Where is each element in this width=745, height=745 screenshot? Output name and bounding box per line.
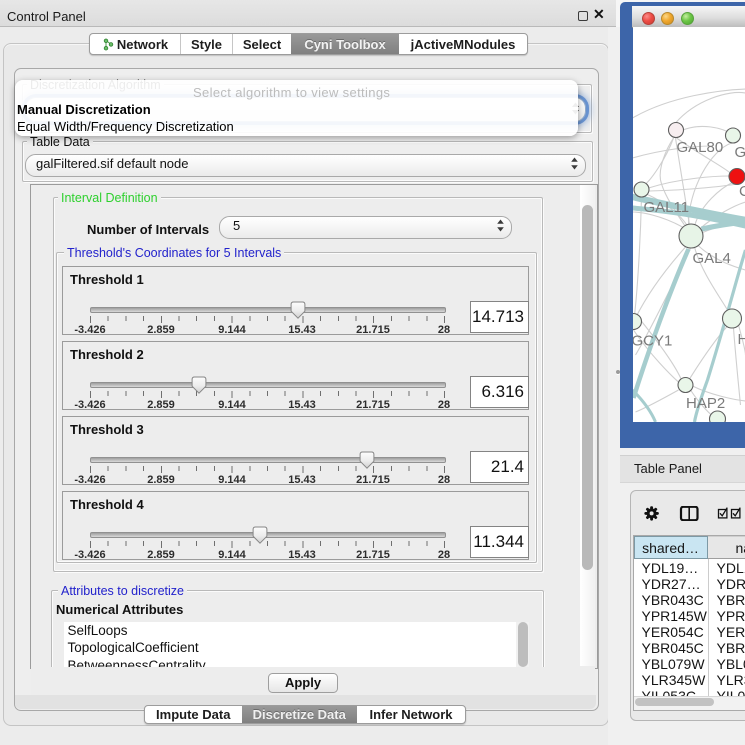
svg-text:GAL80: GAL80 xyxy=(676,139,723,156)
svg-text:H: H xyxy=(737,331,745,348)
svg-text:GAL4: GAL4 xyxy=(692,250,730,267)
svg-text:C: C xyxy=(739,183,745,200)
svg-text:GA: GA xyxy=(734,144,745,161)
svg-text:HAP2: HAP2 xyxy=(686,395,725,412)
svg-text:GAL11: GAL11 xyxy=(643,199,689,216)
svg-text:GCY1: GCY1 xyxy=(633,333,672,350)
